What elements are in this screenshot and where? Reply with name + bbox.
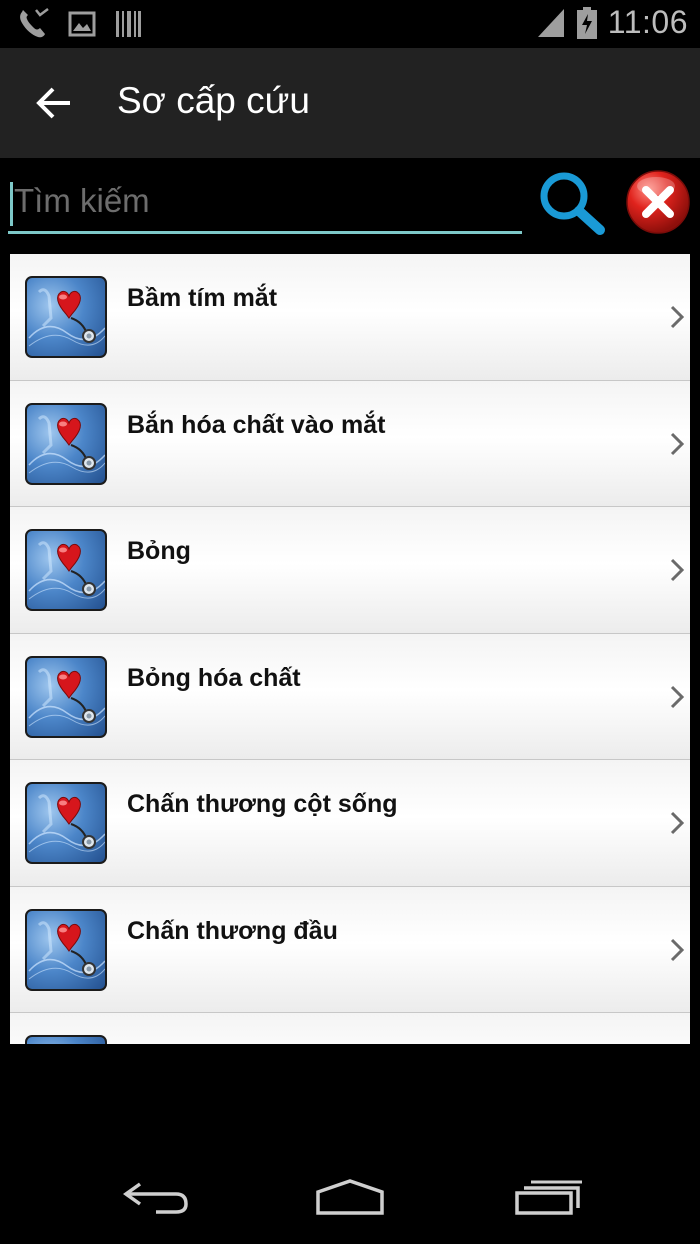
chevron-right-icon xyxy=(670,811,685,835)
chevron-right-icon xyxy=(670,938,685,961)
chevron-right-icon xyxy=(670,305,685,329)
item-title: Bầm tím mắt xyxy=(127,284,278,312)
clear-search-button[interactable] xyxy=(624,168,692,236)
chevron-right-icon xyxy=(670,558,685,582)
signal-icon xyxy=(537,8,564,37)
recents-icon xyxy=(515,1180,582,1215)
heart-stethoscope-icon xyxy=(25,402,107,485)
arrow-left-icon xyxy=(36,87,70,119)
item-title: Chấn thương cột sống xyxy=(127,790,398,818)
red-x-icon xyxy=(626,170,690,234)
nav-home-button[interactable] xyxy=(310,1170,390,1226)
action-bar: Sơ cấp cứu xyxy=(0,48,700,158)
status-time: 11:06 xyxy=(607,4,688,40)
chevron-right-icon xyxy=(670,685,685,708)
magnifier-icon xyxy=(540,172,605,235)
nav-recents-button[interactable] xyxy=(508,1170,588,1226)
image-icon xyxy=(68,11,96,37)
search-button[interactable] xyxy=(536,168,608,240)
item-title: Bỏng xyxy=(127,537,191,565)
text-cursor xyxy=(10,182,13,226)
heart-stethoscope-icon xyxy=(25,782,107,864)
missed-call-icon xyxy=(20,8,49,38)
home-icon xyxy=(316,1179,384,1215)
item-title: Bắn hóa chất vào mắt xyxy=(127,410,386,439)
search-input[interactable] xyxy=(8,176,522,234)
battery-charging-icon xyxy=(576,6,597,39)
page-title: Sơ cấp cứu xyxy=(117,80,311,121)
heart-stethoscope-icon xyxy=(25,908,107,991)
nav-back-button[interactable] xyxy=(115,1170,195,1226)
search-row xyxy=(0,158,700,254)
list-item[interactable]: Bắn hóa chất vào mắt xyxy=(10,380,690,507)
status-bar: 11:06 xyxy=(0,0,700,48)
barcode-icon xyxy=(116,11,141,37)
back-button[interactable] xyxy=(24,78,84,128)
list-item[interactable]: Bỏng xyxy=(10,507,690,634)
item-title: Chấn thương đầu xyxy=(127,916,338,945)
navigation-bar xyxy=(0,1150,700,1244)
heart-stethoscope-icon xyxy=(25,276,107,358)
list-item[interactable]: Bỏng hóa chất xyxy=(10,633,690,760)
heart-stethoscope-icon xyxy=(25,529,107,611)
chevron-right-icon xyxy=(670,432,685,455)
heart-stethoscope-icon xyxy=(25,655,107,738)
back-icon xyxy=(122,1182,188,1214)
item-title: Bỏng hóa chất xyxy=(127,663,301,692)
list-item[interactable]: Bầm tím mắt xyxy=(10,254,690,381)
heart-stethoscope-icon xyxy=(25,1035,107,1044)
list-item[interactable]: Chấn thương đầu xyxy=(10,886,690,1013)
list-item[interactable] xyxy=(10,1013,690,1044)
first-aid-list[interactable]: Bầm tím mắt Bắn hóa chất vào mắt Bỏng Bỏ… xyxy=(10,254,690,1044)
list-item[interactable]: Chấn thương cột sống xyxy=(10,760,690,887)
